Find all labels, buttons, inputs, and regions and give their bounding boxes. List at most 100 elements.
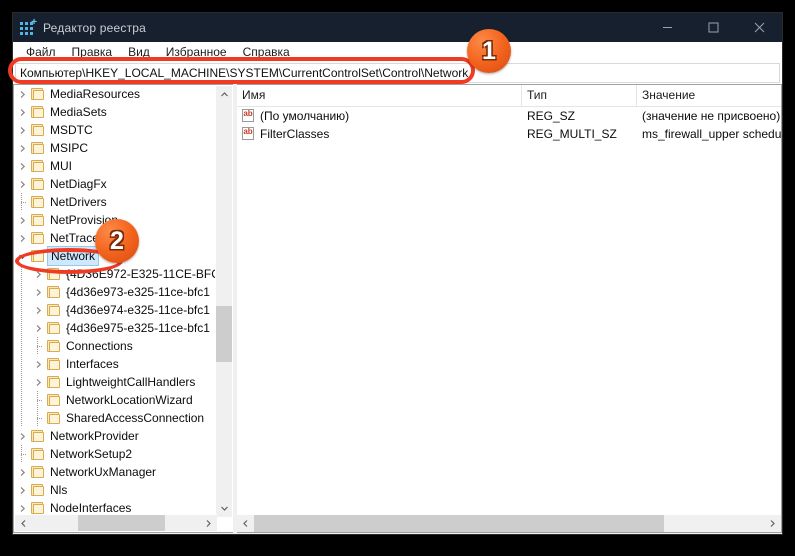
tree-node-4d36e975-e325-11ce-bfc1[interactable]: {4d36e975-e325-11ce-bfc1 xyxy=(14,319,217,337)
tree-node-nls[interactable]: Nls xyxy=(14,481,217,499)
window-title: Редактор реестра xyxy=(43,20,147,35)
string-value-icon: ab xyxy=(241,127,256,141)
tree-node-msipc[interactable]: MSIPC xyxy=(14,139,217,157)
folder-icon xyxy=(30,483,46,497)
tree-hscroll-thumb[interactable] xyxy=(78,515,165,531)
chevron-right-icon[interactable] xyxy=(14,139,30,157)
folder-icon xyxy=(46,321,62,335)
tree-scroll-up-button[interactable] xyxy=(216,86,232,103)
chevron-right-icon[interactable] xyxy=(14,103,30,121)
folder-icon xyxy=(46,411,62,425)
tree-leaf-connector xyxy=(30,337,46,355)
tree-node-label: {4d36e975-e325-11ce-bfc1 xyxy=(66,321,210,335)
tree-scroll-right-button[interactable] xyxy=(200,515,217,531)
tree-node-interfaces[interactable]: Interfaces xyxy=(14,355,217,373)
chevron-right-icon[interactable] xyxy=(14,121,30,139)
column-header-name[interactable]: Имя xyxy=(237,85,522,106)
tree-horizontal-scrollbar[interactable] xyxy=(15,514,217,531)
tree-scroll-left-button[interactable] xyxy=(15,515,32,531)
tree-node-label: {4d36e974-e325-11ce-bfc1 xyxy=(66,303,210,317)
list-hscroll-thumb[interactable] xyxy=(254,515,664,532)
tree-node-4d36e973-e325-11ce-bfc1[interactable]: {4d36e973-e325-11ce-bfc1 xyxy=(14,283,217,301)
tree-node-networkuxmanager[interactable]: NetworkUxManager xyxy=(14,463,217,481)
tree-node-msdtc[interactable]: MSDTC xyxy=(14,121,217,139)
folder-icon xyxy=(30,87,46,101)
tree-node-sharedaccessconnection[interactable]: SharedAccessConnection xyxy=(14,409,217,427)
tree-node-label: MediaResources xyxy=(50,87,141,101)
menu-item-file[interactable]: Файл xyxy=(18,43,64,62)
tree-node-connections[interactable]: Connections xyxy=(14,337,217,355)
value-row[interactable]: ab (По умолчанию) REG_SZ (значение не присв… xyxy=(237,107,781,125)
tree-node-label: Connections xyxy=(66,339,133,353)
chevron-right-icon[interactable] xyxy=(30,265,46,283)
column-header-value[interactable]: Значение xyxy=(637,85,781,106)
tree-scroll-viewport: MediaResources MediaSets MSDTC MSIPC MUI NetD… xyxy=(14,85,217,516)
registry-key-tree[interactable]: MediaResources MediaSets MSDTC MSIPC MUI NetD… xyxy=(13,84,233,533)
folder-icon xyxy=(30,177,46,191)
folder-icon xyxy=(46,393,62,407)
chevron-down-icon[interactable] xyxy=(14,247,30,265)
chevron-right-icon[interactable] xyxy=(30,355,46,373)
folder-icon xyxy=(30,141,46,155)
chevron-right-icon[interactable] xyxy=(30,373,46,391)
tree-node-network[interactable]: Network xyxy=(14,246,217,266)
tree-node-label: MediaSets xyxy=(50,105,107,119)
menu-item-edit[interactable]: Правка xyxy=(64,43,121,62)
value-row[interactable]: ab FilterClasses REG_MULTI_SZ ms_firewall_u… xyxy=(237,125,781,143)
registry-values-list[interactable]: Имя Тип Значение ab (По умолчанию) REG_SZ (… xyxy=(237,84,782,533)
tree-node-mediaresources[interactable]: MediaResources xyxy=(14,85,217,103)
list-scroll-right-button[interactable] xyxy=(764,515,781,532)
chevron-right-icon[interactable] xyxy=(14,463,30,481)
folder-icon xyxy=(30,501,46,515)
chevron-right-icon[interactable] xyxy=(14,157,30,175)
tree-node-nettrace[interactable]: NetTrace xyxy=(14,229,217,247)
list-scroll-left-button[interactable] xyxy=(237,515,254,532)
tree-node-label: {4d36e973-e325-11ce-bfc1 xyxy=(66,285,210,299)
tree-node-networklocationwizard[interactable]: NetworkLocationWizard xyxy=(14,391,217,409)
chevron-right-icon[interactable] xyxy=(14,211,30,229)
tree-node-label: {4D36E972-E325-11CE-BFC xyxy=(66,267,217,281)
chevron-right-icon[interactable] xyxy=(30,319,46,337)
menu-item-favorites[interactable]: Избранное xyxy=(158,43,235,62)
tree-scroll-down-button[interactable] xyxy=(216,500,232,517)
tree-node-netprovision[interactable]: NetProvision xyxy=(14,211,217,229)
tree-node-4d36e974-e325-11ce-bfc1[interactable]: {4d36e974-e325-11ce-bfc1 xyxy=(14,301,217,319)
tree-node-lightweightcallhandlers[interactable]: LightweightCallHandlers xyxy=(14,373,217,391)
tree-node-mui[interactable]: MUI xyxy=(14,157,217,175)
tree-node-netdrivers[interactable]: NetDrivers xyxy=(14,193,217,211)
chevron-right-icon[interactable] xyxy=(14,427,30,445)
tree-node-label: Network xyxy=(46,246,100,266)
folder-icon xyxy=(30,249,46,263)
tree-node-networkprovider[interactable]: NetworkProvider xyxy=(14,427,217,445)
chevron-right-icon[interactable] xyxy=(14,229,30,247)
chevron-right-icon[interactable] xyxy=(30,301,46,319)
tree-vertical-scrollbar[interactable] xyxy=(215,86,232,517)
chevron-right-icon[interactable] xyxy=(14,85,30,103)
column-header-type[interactable]: Тип xyxy=(522,85,637,106)
value-data-cell: (значение не присвоено) xyxy=(642,109,781,123)
tree-node-label: MSIPC xyxy=(50,141,89,155)
tree-node-label: NetProvision xyxy=(50,213,119,227)
minimize-button[interactable] xyxy=(644,13,690,42)
folder-icon xyxy=(30,195,46,209)
tree-indent-guide xyxy=(14,409,30,427)
folder-icon xyxy=(30,213,46,227)
tree-node-label: LightweightCallHandlers xyxy=(66,375,196,389)
tree-vscroll-track[interactable] xyxy=(216,103,232,500)
maximize-button[interactable] xyxy=(690,13,736,42)
tree-vscroll-thumb[interactable] xyxy=(216,306,232,362)
chevron-right-icon[interactable] xyxy=(14,481,30,499)
close-button[interactable] xyxy=(736,13,782,42)
tree-node-netdiagfx[interactable]: NetDiagFx xyxy=(14,175,217,193)
menu-item-help[interactable]: Справка xyxy=(235,43,298,62)
chevron-right-icon[interactable] xyxy=(14,175,30,193)
window-controls xyxy=(644,13,782,42)
registry-path-input[interactable] xyxy=(15,63,780,83)
tree-node-networksetup2[interactable]: NetworkSetup2 xyxy=(14,445,217,463)
tree-node-4d36e972-e325-11ce-bfc[interactable]: {4D36E972-E325-11CE-BFC xyxy=(14,265,217,283)
menu-item-view[interactable]: Вид xyxy=(120,43,158,62)
list-horizontal-scrollbar[interactable] xyxy=(237,514,781,532)
value-data-cell: ms_firewall_upper schedu xyxy=(642,127,781,141)
chevron-right-icon[interactable] xyxy=(30,283,46,301)
tree-node-mediasets[interactable]: MediaSets xyxy=(14,103,217,121)
